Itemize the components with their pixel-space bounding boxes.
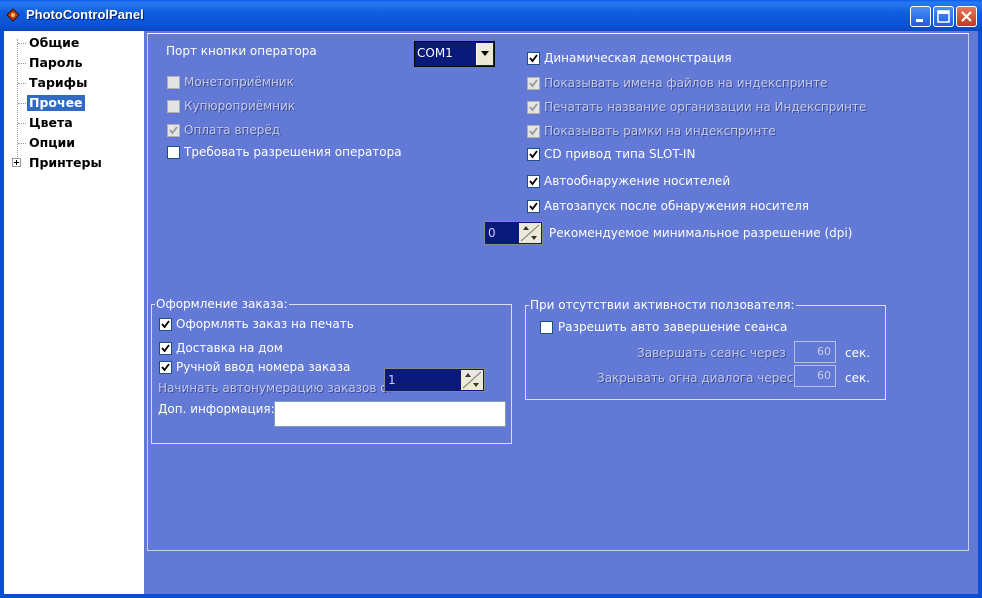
bill-acceptor-label: Купюроприёмник bbox=[184, 99, 296, 113]
autonumber-spinbox[interactable]: 1 bbox=[384, 368, 485, 392]
checkmark-icon bbox=[169, 126, 178, 135]
autorun-label: Автозапуск после обнаружения носителя bbox=[544, 199, 809, 213]
window-border-bottom bbox=[0, 594, 982, 598]
settings-tree: Общие Пароль Тарифы Прочее Цвета Опции П… bbox=[4, 31, 144, 594]
close-dialogs-input[interactable]: 60 bbox=[794, 365, 836, 387]
operator-permission-checkbox[interactable] bbox=[167, 146, 180, 159]
title-bar: PhotoControlPanel bbox=[0, 0, 982, 31]
chevron-down-icon bbox=[481, 51, 489, 56]
tree-item-options[interactable]: Опции bbox=[27, 135, 77, 151]
tree-item-general[interactable]: Общие bbox=[27, 35, 81, 51]
close-icon bbox=[961, 11, 972, 22]
tree-item-printers[interactable]: Принтеры bbox=[27, 155, 104, 171]
tree-guide-line bbox=[18, 63, 26, 64]
extra-info-label: Доп. информация: bbox=[158, 402, 275, 416]
port-select[interactable]: COM1 bbox=[414, 41, 495, 67]
close-dialogs-value: 60 bbox=[817, 369, 831, 382]
checkmark-icon bbox=[529, 150, 538, 159]
checkmark-icon bbox=[529, 54, 538, 63]
checkmark-icon bbox=[161, 363, 170, 372]
port-label: Порт кнопки оператора bbox=[166, 44, 317, 58]
checkmark-icon bbox=[161, 344, 170, 353]
end-session-value: 60 bbox=[817, 345, 831, 358]
coin-acceptor-label: Монетоприёмник bbox=[184, 75, 294, 89]
operator-permission-label: Требовать разрешения оператора bbox=[184, 145, 402, 159]
spin-arrows-icon bbox=[462, 371, 482, 389]
maximize-button[interactable] bbox=[933, 6, 954, 27]
checkmark-icon bbox=[161, 320, 170, 329]
tree-item-colors[interactable]: Цвета bbox=[27, 115, 75, 131]
auto-end-session-checkbox[interactable] bbox=[540, 321, 553, 334]
prepayment-label: Оплата вперёд bbox=[184, 123, 281, 137]
manual-order-number-label: Ручной ввод номера заказа bbox=[176, 360, 351, 374]
close-dialogs-unit: сек. bbox=[845, 371, 871, 385]
autorun-checkbox[interactable] bbox=[527, 200, 540, 213]
checkmark-icon bbox=[529, 103, 538, 112]
tree-guide-line bbox=[18, 123, 26, 124]
maximize-icon bbox=[937, 10, 950, 23]
minimize-icon bbox=[916, 19, 923, 22]
dynamic-demo-checkbox[interactable] bbox=[527, 52, 540, 65]
slot-in-cd-label: CD привод типа SLOT-IN bbox=[544, 147, 696, 161]
dynamic-demo-label: Динамическая демонстрация bbox=[544, 51, 732, 65]
extra-info-input[interactable] bbox=[274, 401, 506, 427]
autonumber-label: Начинать автонумерацию заказов с: bbox=[158, 381, 391, 395]
home-delivery-checkbox[interactable] bbox=[159, 342, 172, 355]
window-border-right bbox=[978, 31, 982, 598]
app-icon bbox=[6, 8, 20, 22]
expand-icon[interactable] bbox=[12, 158, 21, 167]
order-group-title: Оформление заказа: bbox=[155, 297, 289, 311]
window-title: PhotoControlPanel bbox=[26, 7, 144, 22]
end-session-label: Завершать сеанс через bbox=[637, 346, 786, 360]
show-filenames-checkbox[interactable] bbox=[527, 77, 540, 90]
close-button[interactable] bbox=[956, 6, 977, 27]
spin-arrows-icon bbox=[520, 224, 540, 242]
close-dialogs-label: Закрывать огна диалога черес bbox=[597, 371, 794, 385]
checkmark-icon bbox=[529, 79, 538, 88]
manual-order-number-checkbox[interactable] bbox=[159, 361, 172, 374]
tree-guide-line bbox=[18, 143, 26, 144]
tree-guide-line bbox=[18, 83, 26, 84]
idle-group-title: При отсутствии активности ползователя: bbox=[529, 298, 796, 312]
dropdown-button[interactable] bbox=[476, 43, 493, 65]
spin-buttons[interactable] bbox=[461, 370, 483, 390]
checkmark-icon bbox=[529, 202, 538, 211]
end-session-unit: сек. bbox=[845, 346, 871, 360]
bill-acceptor-checkbox[interactable] bbox=[167, 100, 180, 113]
coin-acceptor-checkbox[interactable] bbox=[167, 76, 180, 89]
order-print-label: Оформлять заказ на печать bbox=[176, 317, 354, 331]
tree-item-tariffs[interactable]: Тарифы bbox=[27, 75, 89, 91]
auto-end-session-label: Разрешить авто завершение сеанса bbox=[558, 320, 788, 334]
end-session-input[interactable]: 60 bbox=[794, 341, 836, 363]
tree-item-password[interactable]: Пароль bbox=[27, 55, 85, 71]
show-filenames-label: Показывать имена файлов на индекспринте bbox=[544, 76, 828, 90]
checkmark-icon bbox=[529, 127, 538, 136]
print-org-name-label: Печатать название организации на Индексп… bbox=[544, 100, 867, 114]
minimize-button[interactable] bbox=[910, 6, 931, 27]
autonumber-value: 1 bbox=[388, 373, 396, 387]
tree-guide-line bbox=[18, 43, 26, 44]
min-dpi-label: Рекомендуемое минимальное разрешение (dp… bbox=[549, 226, 853, 240]
prepayment-checkbox[interactable] bbox=[167, 124, 180, 137]
tree-item-other[interactable]: Прочее bbox=[27, 95, 85, 111]
min-dpi-spinbox[interactable]: 0 bbox=[484, 221, 543, 245]
order-print-checkbox[interactable] bbox=[159, 318, 172, 331]
auto-detect-media-checkbox[interactable] bbox=[527, 175, 540, 188]
show-frames-checkbox[interactable] bbox=[527, 125, 540, 138]
spin-buttons[interactable] bbox=[519, 223, 541, 243]
print-org-name-checkbox[interactable] bbox=[527, 101, 540, 114]
port-select-value: COM1 bbox=[417, 46, 453, 60]
show-frames-label: Показывать рамки на индекспринте bbox=[544, 124, 776, 138]
auto-detect-media-label: Автообнаружение носителей bbox=[544, 174, 731, 188]
checkmark-icon bbox=[529, 177, 538, 186]
min-dpi-value: 0 bbox=[488, 226, 496, 240]
home-delivery-label: Доставка на дом bbox=[176, 341, 283, 355]
tree-guide-line bbox=[18, 103, 26, 104]
slot-in-cd-checkbox[interactable] bbox=[527, 148, 540, 161]
